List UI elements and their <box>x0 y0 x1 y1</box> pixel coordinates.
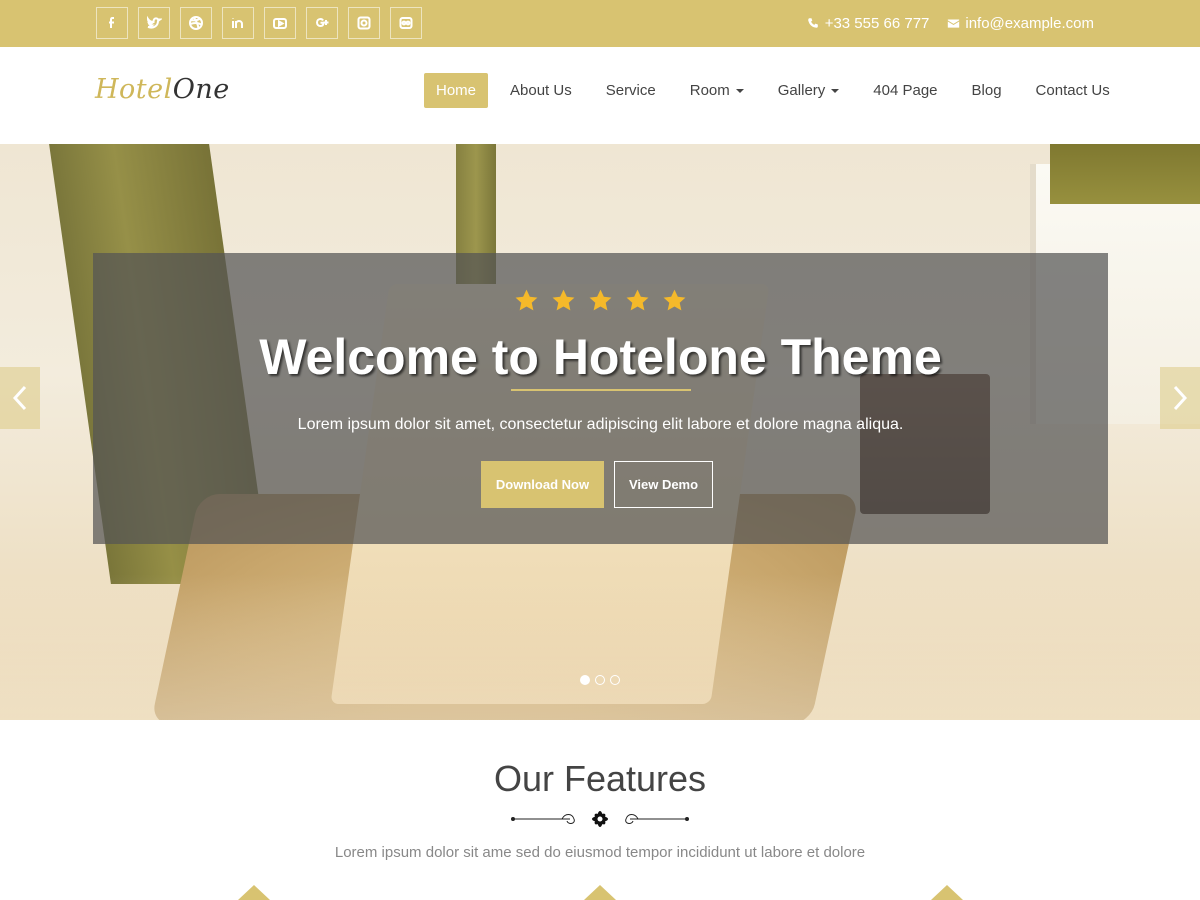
hero-background-floor <box>0 574 1200 720</box>
flourish-divider-icon <box>511 811 689 827</box>
features-subtitle: Lorem ipsum dolor sit ame sed do eiusmod… <box>334 844 866 861</box>
hero-title: Welcome to Hotelone Theme <box>259 329 942 385</box>
nav-item-label: Home <box>436 82 477 99</box>
google-plus-icon <box>315 17 329 28</box>
hero-caption-box: Welcome to Hotelone Theme Lorem ipsum do… <box>93 253 1108 544</box>
caret-down-icon <box>735 88 744 93</box>
slider-dot[interactable] <box>595 675 605 685</box>
flickr-link[interactable] <box>390 7 422 39</box>
star-icon <box>552 289 575 311</box>
slider-prev-button[interactable] <box>0 367 40 429</box>
nav-item-contact-us[interactable]: Contact Us <box>1024 73 1122 108</box>
social-links <box>96 7 422 39</box>
feature-card-top-2 <box>584 885 616 900</box>
nav-item-404-page[interactable]: 404 Page <box>861 73 949 108</box>
top-bar: +33 555 66 777 info@example.com <box>0 0 1200 47</box>
email-address: info@example.com <box>965 15 1094 32</box>
phone[interactable]: +33 555 66 777 <box>807 15 930 32</box>
linkedin-link[interactable] <box>222 7 254 39</box>
nav-item-about-us[interactable]: About Us <box>498 73 584 108</box>
star-icon <box>515 289 538 311</box>
feature-card-top-1 <box>238 885 270 900</box>
slider-next-button[interactable] <box>1160 367 1200 429</box>
star-icon <box>626 289 649 311</box>
slider-dot[interactable] <box>580 675 590 685</box>
hero-buttons: Download Now View Demo <box>481 461 713 508</box>
main-navbar: HotelOne Home About Us Service Room Gall… <box>0 47 1200 144</box>
dribbble-icon <box>189 16 203 30</box>
youtube-link[interactable] <box>264 7 296 39</box>
nav-item-home[interactable]: Home <box>424 73 489 108</box>
instagram-link[interactable] <box>348 7 380 39</box>
nav-item-label: Contact Us <box>1035 82 1110 99</box>
dribbble-link[interactable] <box>180 7 212 39</box>
caret-down-icon <box>831 88 840 93</box>
chevron-left-icon <box>12 385 27 411</box>
facebook-link[interactable] <box>96 7 128 39</box>
email[interactable]: info@example.com <box>947 15 1094 32</box>
main-menu: Home About Us Service Room Gallery 404 P… <box>424 73 1132 108</box>
view-demo-button[interactable]: View Demo <box>614 461 713 508</box>
chevron-right-icon <box>1173 385 1188 411</box>
instagram-icon <box>357 16 371 30</box>
logo-part-one: One <box>172 74 230 105</box>
youtube-icon <box>273 18 287 29</box>
hero-slider: Welcome to Hotelone Theme Lorem ipsum do… <box>0 144 1200 720</box>
logo-part-hotel: Hotel <box>95 74 173 105</box>
google-plus-link[interactable] <box>306 7 338 39</box>
star-icon <box>589 289 612 311</box>
nav-item-blog[interactable]: Blog <box>960 73 1014 108</box>
contact-info: +33 555 66 777 info@example.com <box>807 15 1094 32</box>
nav-item-label: Room <box>689 82 730 99</box>
phone-number: +33 555 66 777 <box>824 15 930 32</box>
nav-item-label: Service <box>605 82 656 99</box>
nav-item-room[interactable]: Room <box>678 73 756 108</box>
star-rating <box>93 288 1108 313</box>
flickr-icon <box>399 17 413 29</box>
title-underline <box>511 389 691 391</box>
nav-item-gallery[interactable]: Gallery <box>766 73 852 108</box>
download-now-button[interactable]: Download Now <box>481 461 604 508</box>
feature-card-top-3 <box>931 885 963 900</box>
phone-icon <box>807 18 818 28</box>
hero-subtitle: Lorem ipsum dolor sit amet, consectetur … <box>297 416 904 433</box>
site-logo[interactable]: HotelOne <box>95 74 230 105</box>
twitter-icon <box>146 15 162 29</box>
features-title: Our Features <box>493 758 707 799</box>
facebook-icon <box>109 17 114 28</box>
nav-item-label: About Us <box>510 82 572 99</box>
star-icon <box>663 289 686 311</box>
nav-item-service[interactable]: Service <box>594 73 668 108</box>
linkedin-icon <box>232 18 243 28</box>
nav-item-label: 404 Page <box>873 82 938 99</box>
slider-pagination <box>580 675 620 685</box>
envelope-icon <box>948 19 960 28</box>
nav-item-label: Blog <box>971 82 1002 99</box>
twitter-link[interactable] <box>138 7 170 39</box>
slider-dot[interactable] <box>610 675 620 685</box>
hero-background-blind <box>1050 144 1200 204</box>
nav-item-label: Gallery <box>777 82 826 99</box>
